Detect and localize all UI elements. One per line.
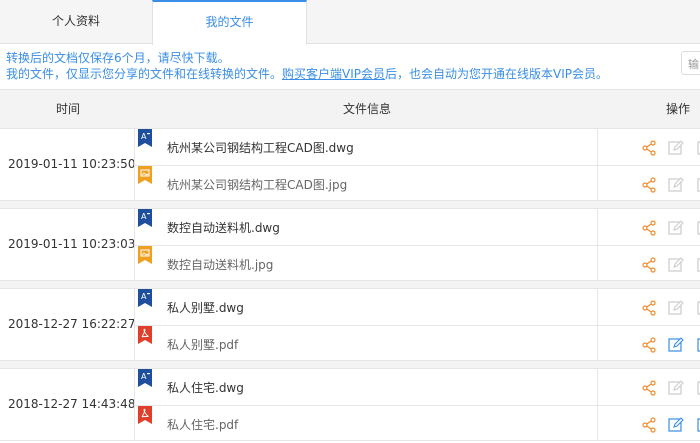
svg-text:A: A (141, 372, 147, 381)
edit-icon[interactable] (668, 337, 684, 353)
dwg-file-icon: A (138, 289, 152, 307)
group-separator (0, 361, 700, 369)
file-name[interactable]: 私人住宅.dwg (167, 379, 244, 396)
share-icon[interactable] (641, 140, 657, 156)
share-icon[interactable] (641, 417, 657, 433)
edit-icon[interactable] (668, 220, 684, 236)
buy-vip-link[interactable]: 购买客户端VIP会员 (282, 67, 385, 81)
dwg-file-icon: A (138, 369, 152, 387)
share-icon[interactable] (641, 257, 657, 273)
table-row: A 私人住宅.dwg (135, 369, 700, 405)
share-icon[interactable] (641, 220, 657, 236)
download-icon[interactable] (696, 417, 700, 433)
dwg-file-icon: A (138, 129, 152, 147)
share-icon[interactable] (641, 337, 657, 353)
download-icon[interactable] (696, 140, 700, 156)
download-icon[interactable] (696, 337, 700, 353)
download-icon[interactable] (696, 380, 700, 396)
tab-profile[interactable]: 个人资料 (0, 0, 152, 44)
file-name[interactable]: 数控自动送料机.dwg (167, 219, 280, 236)
table-row: A 数控自动送料机.dwg (135, 209, 700, 245)
download-icon[interactable] (696, 177, 700, 193)
header-action: 操作 (666, 102, 691, 116)
table-row: A 杭州某公司钢结构工程CAD图.dwg (135, 129, 700, 165)
group-separator (0, 281, 700, 289)
tab-bar: 个人资料 我的文件 (0, 0, 700, 45)
notice-text: 转换后的文档仅保存6个月，请尽快下载。 我的文件，仅显示您分享的文件和在线转换的… (6, 50, 608, 82)
edit-icon[interactable] (668, 417, 684, 433)
share-icon[interactable] (641, 177, 657, 193)
file-group: 2018-12-27 14:43:48 A 私人住宅.dwg 私人住宅.pdf (0, 369, 700, 441)
edit-icon[interactable] (668, 257, 684, 273)
edit-icon[interactable] (668, 300, 684, 316)
download-icon[interactable] (696, 300, 700, 316)
upload-time: 2018-12-27 14:43:48 (8, 397, 136, 411)
search-input[interactable]: 输 (681, 51, 700, 75)
share-icon[interactable] (641, 300, 657, 316)
pdf-file-icon (138, 406, 152, 424)
table-row: 杭州某公司钢结构工程CAD图.jpg (135, 165, 700, 201)
file-group: 2018-12-27 16:22:27 A 私人别墅.dwg 私人别墅.pdf (0, 289, 700, 361)
edit-icon[interactable] (668, 140, 684, 156)
notice-line-1: 转换后的文档仅保存6个月，请尽快下载。 (6, 51, 230, 65)
file-name[interactable]: 杭州某公司钢结构工程CAD图.jpg (167, 176, 347, 193)
edit-icon[interactable] (668, 380, 684, 396)
file-name[interactable]: 杭州某公司钢结构工程CAD图.dwg (167, 139, 354, 156)
share-icon[interactable] (641, 380, 657, 396)
header-file-info: 文件信息 (343, 102, 392, 116)
svg-text:A: A (141, 292, 147, 301)
svg-text:A: A (141, 212, 147, 221)
pdf-file-icon (138, 326, 152, 344)
file-name[interactable]: 私人别墅.pdf (167, 336, 238, 353)
table-header: 时间 文件信息 操作 (0, 89, 700, 129)
image-file-icon (138, 246, 152, 264)
image-file-icon (138, 166, 152, 184)
file-name[interactable]: 私人住宅.pdf (167, 416, 238, 433)
file-name[interactable]: 数控自动送料机.jpg (167, 256, 273, 273)
file-group: 2019-01-11 10:23:50 A 杭州某公司钢结构工程CAD图.dwg… (0, 129, 700, 201)
upload-time: 2018-12-27 16:22:27 (8, 317, 136, 331)
download-icon[interactable] (696, 220, 700, 236)
upload-time: 2019-01-11 10:23:03 (8, 237, 136, 251)
table-row: 私人住宅.pdf (135, 405, 700, 441)
file-name[interactable]: 私人别墅.dwg (167, 299, 244, 316)
download-icon[interactable] (696, 257, 700, 273)
dwg-file-icon: A (138, 209, 152, 227)
table-row: 数控自动送料机.jpg (135, 245, 700, 281)
table-row: 私人别墅.pdf (135, 325, 700, 361)
tab-my-files[interactable]: 我的文件 (152, 0, 307, 45)
table-row: A 私人别墅.dwg (135, 289, 700, 325)
notice-line-2: 我的文件，仅显示您分享的文件和在线转换的文件。购买客户端VIP会员后，也会自动为… (6, 67, 609, 81)
edit-icon[interactable] (668, 177, 684, 193)
upload-time: 2019-01-11 10:23:50 (8, 157, 136, 171)
svg-text:A: A (141, 132, 147, 141)
header-time: 时间 (56, 102, 81, 116)
group-separator (0, 201, 700, 209)
file-group: 2019-01-11 10:23:03 A 数控自动送料机.dwg 数控自动送料… (0, 209, 700, 281)
